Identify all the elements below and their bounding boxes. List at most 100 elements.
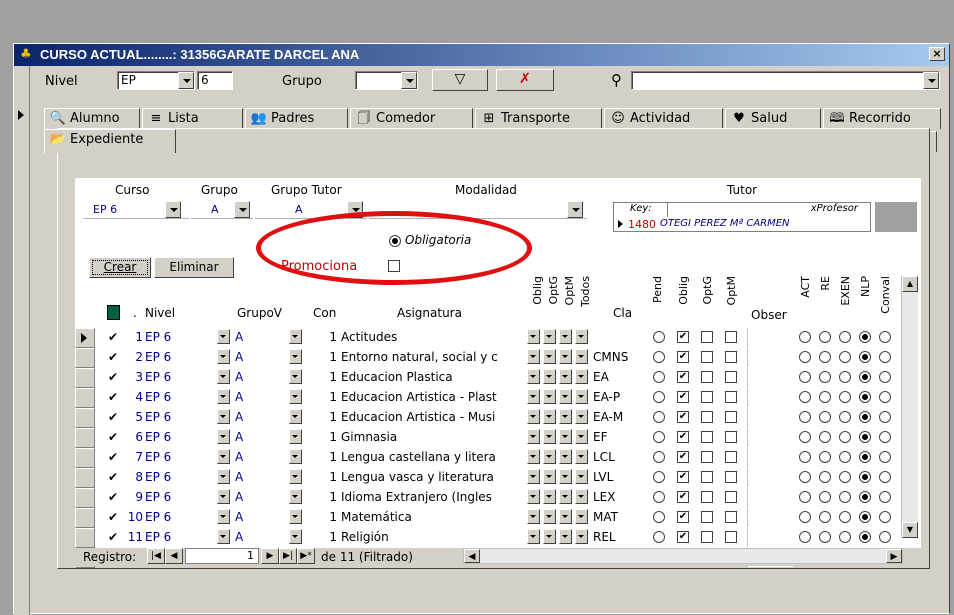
conval-radio[interactable] xyxy=(879,351,891,363)
row-nivel[interactable]: EP 6 xyxy=(145,428,215,447)
row-asignatura[interactable]: Actitudes xyxy=(341,328,525,347)
act-radio[interactable] xyxy=(799,411,811,423)
row-con[interactable]: 1 xyxy=(307,348,337,367)
todos-cell-dropdown[interactable] xyxy=(575,509,588,524)
table-row[interactable]: ✔ 3 EP 6 A 1 Educacion Plastica EA ✔ xyxy=(75,368,921,388)
optm-cell-dropdown[interactable] xyxy=(559,449,572,464)
optm-checkbox[interactable] xyxy=(725,371,737,383)
act-radio[interactable] xyxy=(799,471,811,483)
tutor-key[interactable]: 1480 xyxy=(628,218,656,231)
pend-radio[interactable] xyxy=(653,431,665,443)
todos-cell-dropdown[interactable] xyxy=(575,489,588,504)
vertical-scrollbar[interactable]: ▲ ▼ xyxy=(901,276,918,538)
row-con[interactable]: 1 xyxy=(307,488,337,507)
oblig-checkbox[interactable]: ✔ xyxy=(677,391,689,403)
conval-radio[interactable] xyxy=(879,431,891,443)
optm-cell-dropdown[interactable] xyxy=(559,529,572,544)
pend-radio[interactable] xyxy=(653,531,665,543)
act-radio[interactable] xyxy=(799,511,811,523)
row-asignatura[interactable]: Idioma Extranjero (Ingles xyxy=(341,488,525,507)
optg-checkbox[interactable] xyxy=(701,491,713,503)
row-cla[interactable]: MAT xyxy=(593,508,631,527)
exen-radio[interactable] xyxy=(839,351,851,363)
row-grupo[interactable]: A xyxy=(235,328,285,347)
obser-field[interactable] xyxy=(747,488,793,507)
nivel-cell-dropdown[interactable] xyxy=(217,489,230,504)
optg-cell-dropdown[interactable] xyxy=(543,329,556,344)
conval-radio[interactable] xyxy=(879,371,891,383)
oblig-checkbox[interactable]: ✔ xyxy=(677,471,689,483)
grupo-cell-dropdown[interactable] xyxy=(289,489,302,504)
obser-field[interactable] xyxy=(747,508,793,527)
todos-cell-dropdown[interactable] xyxy=(575,369,588,384)
row-nivel[interactable]: EP 6 xyxy=(145,448,215,467)
exen-radio[interactable] xyxy=(839,471,851,483)
todos-cell-dropdown[interactable] xyxy=(575,429,588,444)
oblig-cell-dropdown[interactable] xyxy=(527,489,540,504)
optg-cell-dropdown[interactable] xyxy=(543,369,556,384)
row-selector[interactable] xyxy=(75,428,95,448)
nlp-radio[interactable] xyxy=(859,411,871,423)
oblig-checkbox[interactable]: ✔ xyxy=(677,511,689,523)
optg-cell-dropdown[interactable] xyxy=(543,489,556,504)
todos-cell-dropdown[interactable] xyxy=(575,529,588,544)
obser-field[interactable] xyxy=(747,468,793,487)
re-radio[interactable] xyxy=(819,491,831,503)
nivel-cell-dropdown[interactable] xyxy=(217,329,230,344)
row-cla[interactable]: EA xyxy=(593,368,631,387)
row-cla[interactable]: EA-P xyxy=(593,388,631,407)
re-radio[interactable] xyxy=(819,411,831,423)
row-selector[interactable] xyxy=(75,348,95,368)
row-con[interactable]: 1 xyxy=(307,328,337,347)
pend-radio[interactable] xyxy=(653,511,665,523)
table-row[interactable]: ✔ 4 EP 6 A 1 Educacion Artistica - Plast EA-P ✔ xyxy=(75,388,921,408)
optm-cell-dropdown[interactable] xyxy=(559,409,572,424)
nivel-cell-dropdown[interactable] xyxy=(217,449,230,464)
first-record-button[interactable]: |◀ xyxy=(147,548,165,564)
nlp-radio[interactable] xyxy=(859,391,871,403)
optg-checkbox[interactable] xyxy=(701,511,713,523)
row-cla[interactable]: LVL xyxy=(593,468,631,487)
nivel-select[interactable]: EP xyxy=(117,71,195,90)
nlp-radio[interactable] xyxy=(859,471,871,483)
optm-cell-dropdown[interactable] xyxy=(559,509,572,524)
re-radio[interactable] xyxy=(819,471,831,483)
conval-radio[interactable] xyxy=(879,531,891,543)
row-asignatura[interactable]: Gimnasia xyxy=(341,428,525,447)
new-record-button[interactable]: ▶* xyxy=(297,548,315,564)
row-selector[interactable] xyxy=(75,468,95,488)
row-con[interactable]: 1 xyxy=(307,408,337,427)
pend-radio[interactable] xyxy=(653,491,665,503)
oblig-cell-dropdown[interactable] xyxy=(527,369,540,384)
oblig-cell-dropdown[interactable] xyxy=(527,509,540,524)
row-con[interactable]: 1 xyxy=(307,528,337,547)
optg-cell-dropdown[interactable] xyxy=(543,509,556,524)
optm-checkbox[interactable] xyxy=(725,331,737,343)
tutor-name[interactable]: OTEGI PEREZ Mª CARMEN xyxy=(660,218,790,229)
oblig-checkbox[interactable]: ✔ xyxy=(677,331,689,343)
optm-cell-dropdown[interactable] xyxy=(559,429,572,444)
row-selector[interactable] xyxy=(75,408,95,428)
tab-transporte[interactable]: ⊞ Transporte xyxy=(475,108,602,129)
grupo-cell-dropdown[interactable] xyxy=(289,449,302,464)
row-cla[interactable]: EF xyxy=(593,428,631,447)
row-nivel[interactable]: EP 6 xyxy=(145,508,215,527)
optg-checkbox[interactable] xyxy=(701,431,713,443)
oblig-checkbox[interactable]: ✔ xyxy=(677,351,689,363)
pend-radio[interactable] xyxy=(653,471,665,483)
re-radio[interactable] xyxy=(819,531,831,543)
obser-field[interactable] xyxy=(747,388,793,407)
tab-recorrido[interactable]: 🕮 Recorrido xyxy=(823,108,941,129)
table-row[interactable]: ✔ 1 EP 6 A 1 Actitudes ✔ xyxy=(75,328,921,348)
conval-radio[interactable] xyxy=(879,511,891,523)
oblig-checkbox[interactable]: ✔ xyxy=(677,451,689,463)
row-asignatura[interactable]: Educacion Artistica - Plast xyxy=(341,388,525,407)
nivel-cell-dropdown[interactable] xyxy=(217,509,230,524)
nivel-cell-dropdown[interactable] xyxy=(217,389,230,404)
obser-field[interactable] xyxy=(747,408,793,427)
exen-radio[interactable] xyxy=(839,451,851,463)
row-grupo[interactable]: A xyxy=(235,408,285,427)
exen-radio[interactable] xyxy=(839,331,851,343)
act-radio[interactable] xyxy=(799,491,811,503)
act-radio[interactable] xyxy=(799,391,811,403)
